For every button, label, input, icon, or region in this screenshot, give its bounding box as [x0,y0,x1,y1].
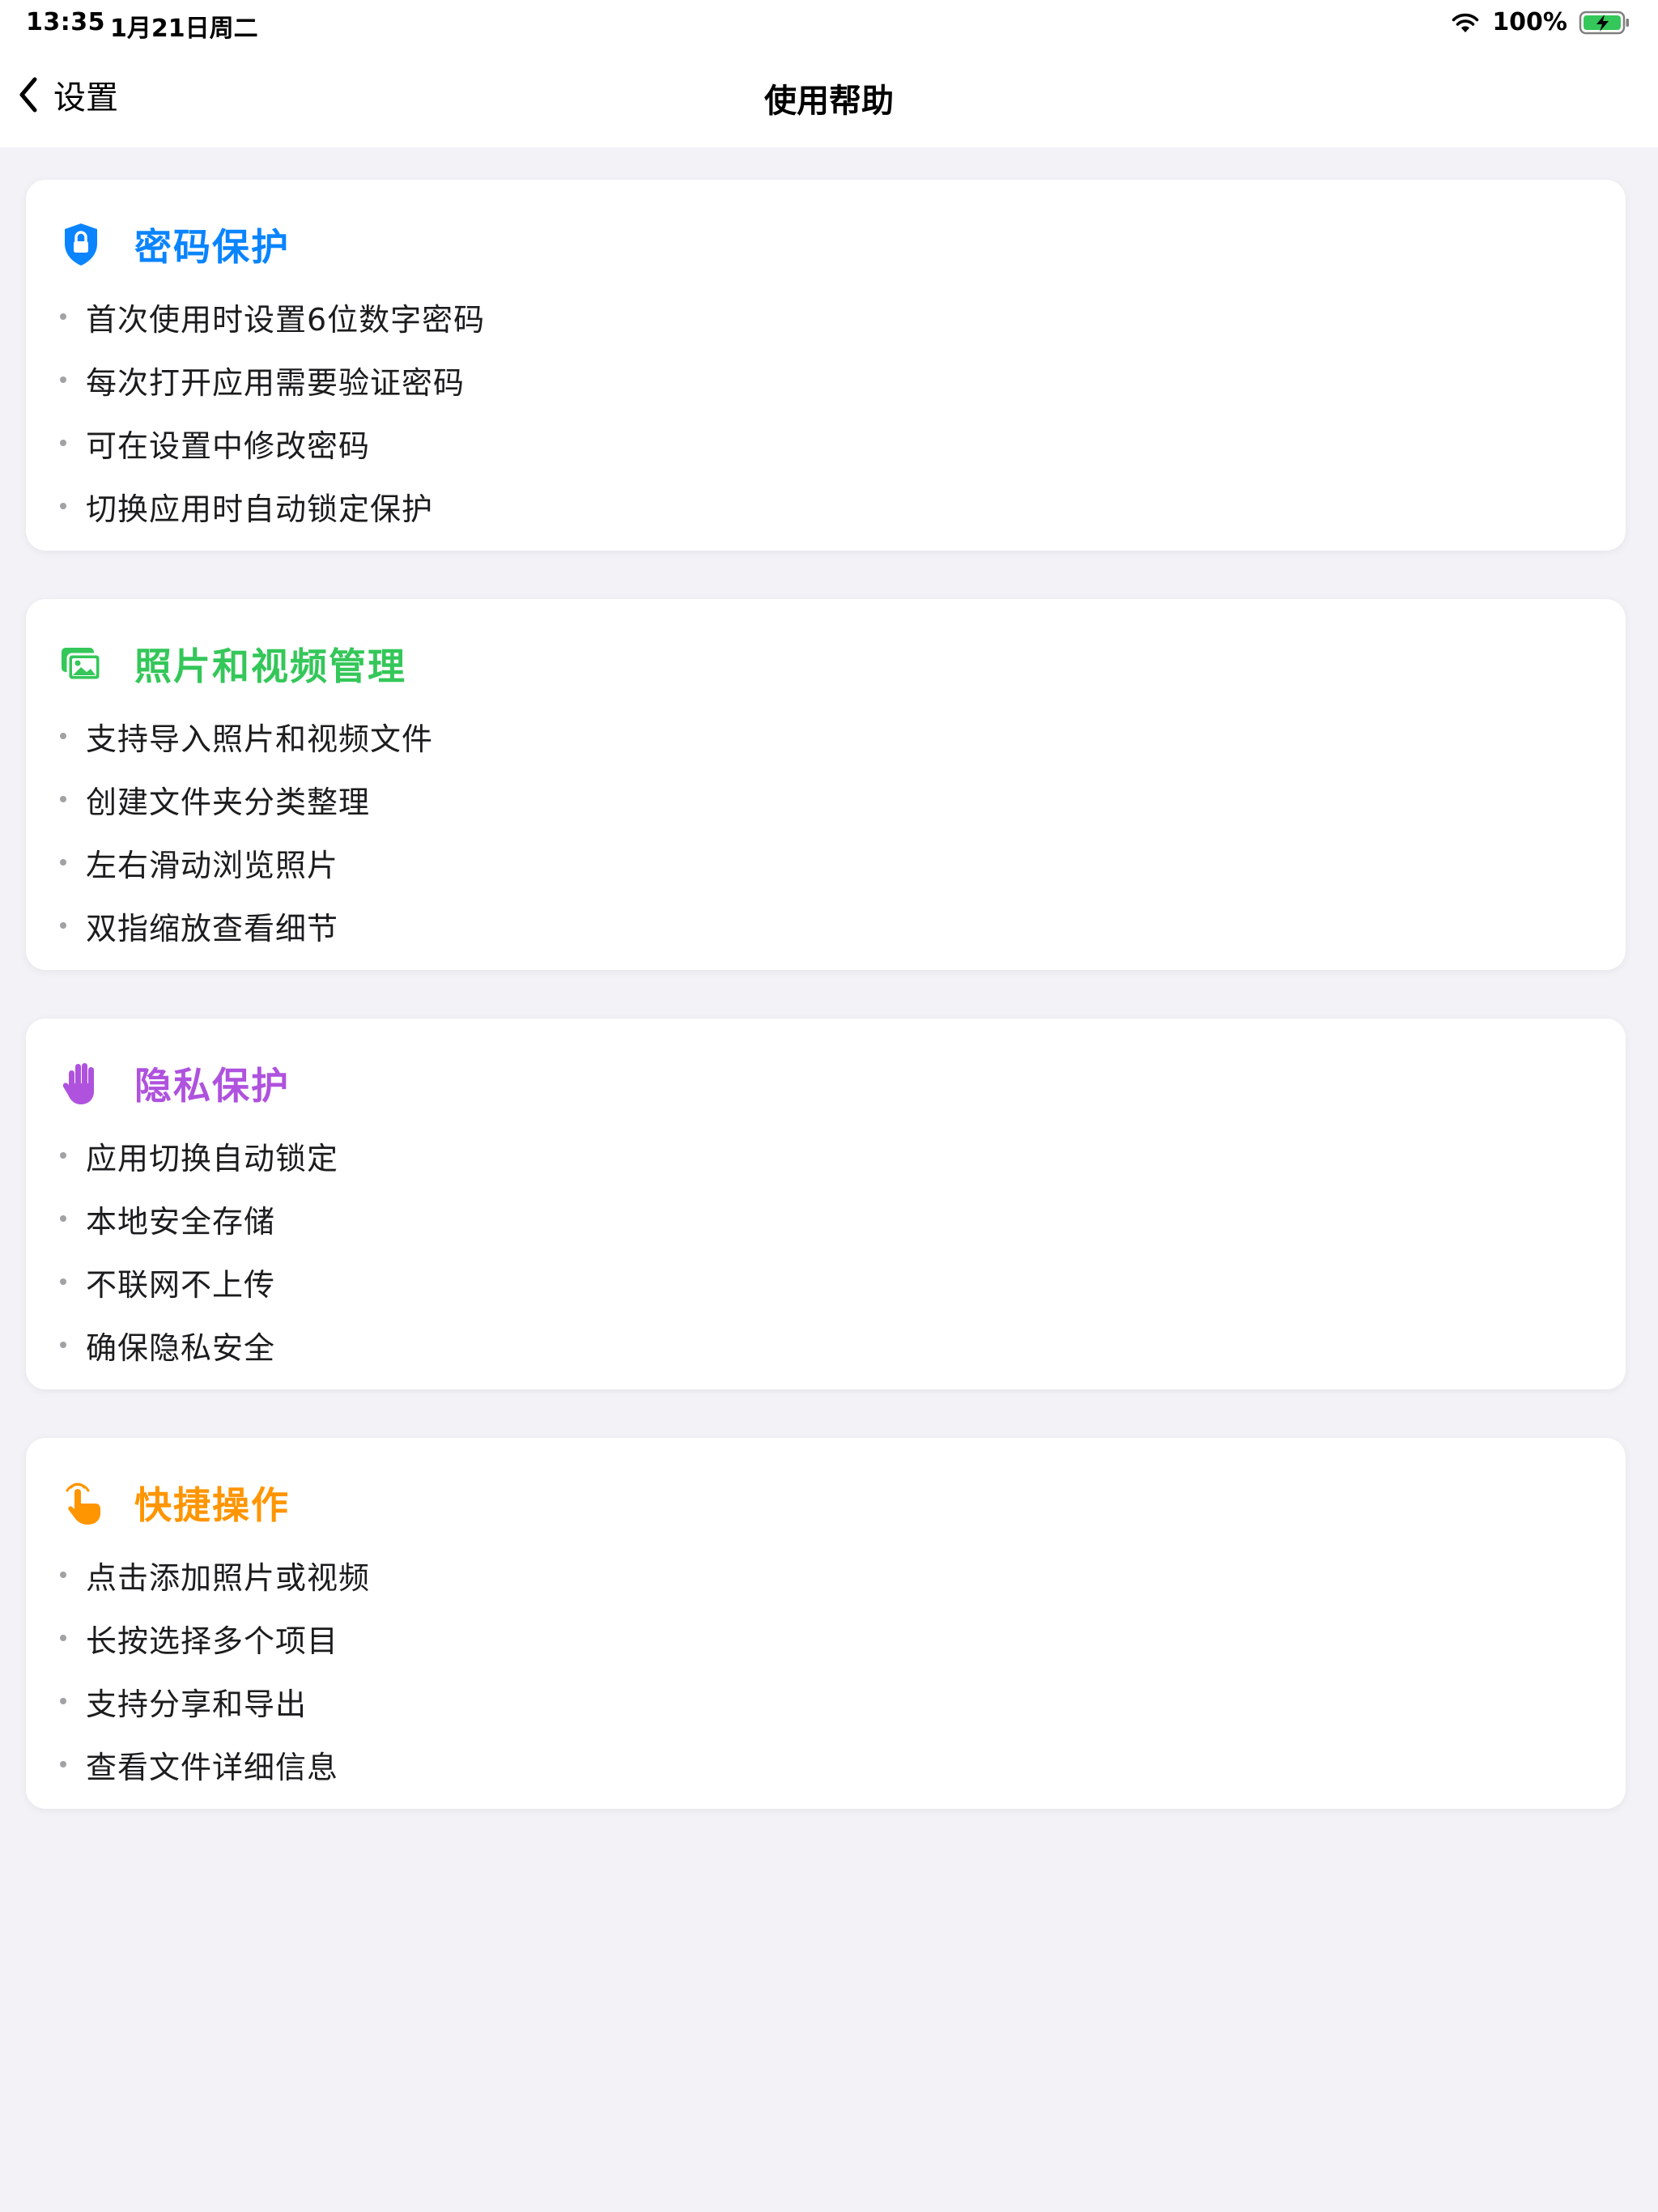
bullet [60,922,66,929]
list-item: 每次打开应用需要验证密码 [58,348,485,411]
list-item-text: 应用切换自动锁定 [86,1140,339,1176]
bullet [60,376,66,383]
battery-percent: 100% [1492,8,1567,36]
bullet [60,1152,66,1159]
help-card-password: 密码保护 首次使用时设置6位数字密码 每次打开应用需要验证密码 可在设置中修改密… [26,180,1626,551]
list-item: 左右滑动浏览照片 [58,831,433,894]
status-date: 1月21日周二 [110,15,258,43]
list-item-text: 支持分享和导出 [86,1686,308,1722]
list-item: 首次使用时设置6位数字密码 [58,285,485,348]
bullet [60,733,66,739]
card-title: 隐私保护 [134,1064,290,1108]
list-item-text: 确保隐私安全 [86,1329,276,1366]
page-title: 使用帮助 [764,83,894,120]
card-header: 快捷操作 [60,1470,290,1535]
status-indicators: 100% [1450,8,1630,36]
lock-shield-icon [60,220,102,269]
bullet [60,796,66,802]
list-item-text: 本地安全存储 [86,1203,276,1240]
list-item-text: 切换应用时自动锁定保护 [86,491,434,527]
list-item-text: 左右滑动浏览照片 [86,847,339,883]
list-item-text: 不联网不上传 [86,1266,276,1303]
list-item-text: 长按选择多个项目 [86,1623,339,1659]
bullet [60,1278,66,1285]
bullet [60,1635,66,1641]
bullet [60,1761,66,1767]
list-item: 长按选择多个项目 [58,1606,370,1670]
bullet [60,1572,66,1578]
card-title: 密码保护 [134,225,290,269]
list-item: 支持导入照片和视频文件 [58,704,433,768]
list-item-text: 创建文件夹分类整理 [86,784,371,820]
wifi-icon [1452,13,1479,32]
card-items: 点击添加照片或视频 长按选择多个项目 支持分享和导出 查看文件详细信息 [58,1543,370,1796]
list-item-text: 查看文件详细信息 [86,1749,339,1785]
hand-raised-icon [60,1059,102,1108]
bullet [60,503,66,509]
card-header: 隐私保护 [60,1051,290,1116]
photo-stack-icon [60,640,102,688]
list-item-text: 每次打开应用需要验证密码 [86,364,466,401]
list-item: 本地安全存储 [58,1187,338,1250]
bullet [60,313,66,320]
list-item-text: 首次使用时设置6位数字密码 [86,301,486,338]
list-item: 支持分享和导出 [58,1670,370,1733]
battery-charging-icon [1579,11,1629,34]
list-item: 可在设置中修改密码 [58,411,485,474]
card-title: 照片和视频管理 [134,644,406,688]
help-card-shortcuts: 快捷操作 点击添加照片或视频 长按选择多个项目 支持分享和导出 查看文件详细信息 [26,1438,1626,1809]
list-item: 创建文件夹分类整理 [58,768,433,831]
list-item: 双指缩放查看细节 [58,894,433,957]
help-card-privacy: 隐私保护 应用切换自动锁定 本地安全存储 不联网不上传 确保隐私安全 [26,1019,1626,1389]
card-header: 照片和视频管理 [60,632,406,696]
top-bar: 13:35 1月21日周二 100% 设置 使用帮助 [0,0,1658,147]
hand-tap-icon [60,1478,102,1527]
list-item: 切换应用时自动锁定保护 [58,474,485,538]
card-items: 首次使用时设置6位数字密码 每次打开应用需要验证密码 可在设置中修改密码 切换应… [58,285,485,538]
bullet [60,1215,66,1222]
list-item-text: 点击添加照片或视频 [86,1559,371,1596]
list-item: 应用切换自动锁定 [58,1124,338,1187]
card-items: 支持导入照片和视频文件 创建文件夹分类整理 左右滑动浏览照片 双指缩放查看细节 [58,704,433,957]
bullet [60,1342,66,1348]
list-item: 查看文件详细信息 [58,1733,370,1796]
card-items: 应用切换自动锁定 本地安全存储 不联网不上传 确保隐私安全 [58,1124,338,1376]
help-card-photos: 照片和视频管理 支持导入照片和视频文件 创建文件夹分类整理 左右滑动浏览照片 双… [26,599,1626,970]
list-item-text: 双指缩放查看细节 [86,910,339,946]
list-item: 点击添加照片或视频 [58,1543,370,1606]
list-item: 不联网不上传 [58,1250,338,1313]
card-title: 快捷操作 [134,1483,290,1527]
list-item: 确保隐私安全 [58,1313,338,1376]
list-item-text: 支持导入照片和视频文件 [86,721,434,757]
bullet [60,1698,66,1704]
status-time: 13:35 [26,8,105,36]
bullet [60,859,66,866]
bullet [60,440,66,446]
card-header: 密码保护 [60,212,290,277]
list-item-text: 可在设置中修改密码 [86,428,371,464]
